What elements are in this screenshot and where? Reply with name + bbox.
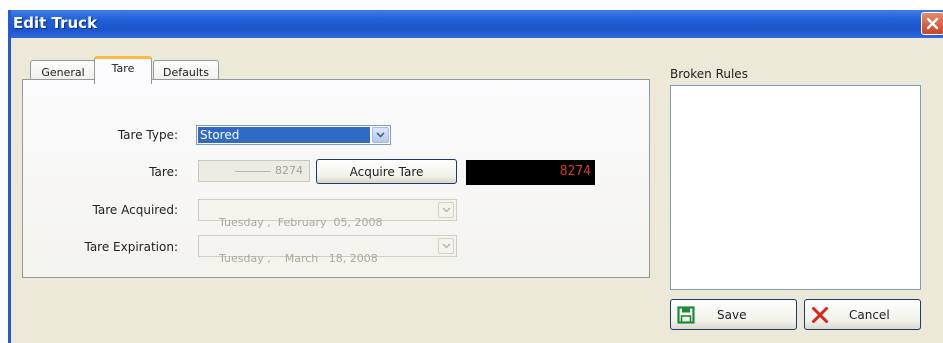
cancel-label: Cancel xyxy=(849,308,890,322)
tare-input: 8274 xyxy=(198,160,310,182)
tare-acquired-value: Tuesday , February 05, 2008 xyxy=(219,216,383,229)
tare-expiration-value: Tuesday , March 18, 2008 xyxy=(219,252,378,265)
chevron-down-icon xyxy=(442,243,450,249)
chevron-down-icon xyxy=(376,132,385,138)
tare-input-value: 8274 xyxy=(275,164,303,177)
tare-readout-display: 8274 xyxy=(466,160,595,185)
tab-tare-label: Tare xyxy=(111,62,135,75)
window-title: Edit Truck xyxy=(13,14,98,32)
save-icon xyxy=(677,306,695,324)
tare-type-label: Tare Type: xyxy=(117,128,178,142)
tare-type-dropdown-button[interactable] xyxy=(372,127,389,143)
tare-label: Tare: xyxy=(149,165,178,179)
tare-expiration-date-picker: Tuesday , March 18, 2008 xyxy=(198,235,457,265)
tare-acquired-label: Tare Acquired: xyxy=(92,203,178,217)
tab-general-label: General xyxy=(41,66,85,79)
tare-type-value: Stored xyxy=(198,127,370,143)
save-button[interactable]: Save xyxy=(670,299,797,330)
tab-tare[interactable]: Tare xyxy=(94,56,152,84)
tare-type-select[interactable]: Stored xyxy=(196,125,391,145)
broken-rules-label: Broken Rules xyxy=(670,67,748,81)
tare-expiration-dropdown-button xyxy=(438,238,454,254)
chevron-down-icon xyxy=(442,207,450,213)
acquire-tare-button[interactable]: Acquire Tare xyxy=(316,159,457,184)
tare-acquired-dropdown-button xyxy=(438,202,454,218)
broken-rules-list[interactable] xyxy=(670,85,921,290)
close-button[interactable] xyxy=(921,12,943,35)
tab-defaults-label: Defaults xyxy=(163,66,209,79)
title-bar[interactable]: Edit Truck xyxy=(11,10,943,38)
tare-input-blank xyxy=(235,171,271,172)
close-icon xyxy=(926,17,939,30)
tare-acquired-date-picker: Tuesday , February 05, 2008 xyxy=(198,199,457,229)
save-label: Save xyxy=(717,308,747,322)
tare-readout-value: 8274 xyxy=(559,164,591,179)
cancel-x-icon xyxy=(812,307,828,323)
tare-expiration-label: Tare Expiration: xyxy=(84,240,178,254)
acquire-tare-label: Acquire Tare xyxy=(349,164,424,179)
cancel-button[interactable]: Cancel xyxy=(804,299,921,330)
